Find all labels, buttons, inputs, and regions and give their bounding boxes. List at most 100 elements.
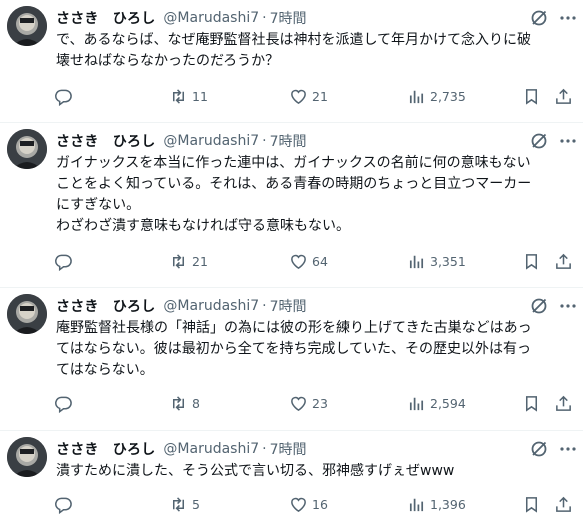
like-count: 16 [312,496,328,512]
like-button[interactable]: 23 [289,394,328,413]
bookmark-icon [525,496,538,513]
retweet-button[interactable]: 21 [169,252,208,271]
share-icon [556,253,571,269]
grok-mute-icon[interactable] [529,296,549,316]
avatar[interactable] [7,6,47,46]
views-button[interactable]: 3,351 [407,252,466,271]
like-button[interactable]: 21 [289,87,328,106]
views-chart-icon [409,397,424,410]
tweet-text-line: わざわざ潰す意味もなければ守る意味もない。 [56,218,350,234]
tweet-header: ささき ひろし @Marudashi7 · 7時間 [56,130,543,152]
tweet-text: 潰すために潰した、そう公式で言い切る、邪神感すげぇぜwww [56,461,571,482]
view-count: 2,735 [430,88,466,104]
tweet-text: 庵野監督社長様の「神話」の為には彼の形を練り上げてきた古巣などはあっ てはならな… [56,318,571,381]
tweet[interactable]: ささき ひろし @Marudashi7 · 7時間 ガイナックスを本当に作った連… [0,123,583,288]
retweet-icon [172,88,185,104]
display-name[interactable]: ささき ひろし [56,8,155,28]
share-button[interactable] [554,252,573,271]
reply-icon [55,396,72,413]
user-handle[interactable]: @Marudashi7 [163,298,259,314]
retweet-count: 8 [192,395,200,411]
timestamp[interactable]: 7時間 [270,8,307,28]
avatar[interactable] [7,129,47,169]
views-button[interactable]: 1,396 [407,495,466,514]
tweet-header: ささき ひろし @Marudashi7 · 7時間 [56,295,543,317]
grok-mute-icon[interactable] [529,131,549,151]
tweet-actions: 11 21 2,735 [52,85,575,107]
retweet-icon [172,253,185,269]
like-button[interactable]: 16 [289,495,328,514]
display-name[interactable]: ささき ひろし [56,439,155,459]
tweet-text-line: てはならない。 [56,362,154,378]
retweet-count: 5 [192,496,200,512]
tweet[interactable]: ささき ひろし @Marudashi7 · 7時間 潰すために潰した、そう公式で… [0,431,583,525]
tweet-actions: 8 23 2,594 [52,392,575,414]
bookmark-icon [525,88,538,105]
retweet-icon [172,496,185,512]
timestamp[interactable]: 7時間 [270,439,307,459]
separator-dot: · [262,10,267,26]
view-count: 3,351 [430,253,466,269]
tweet[interactable]: ささき ひろし @Marudashi7 · 7時間 庵野監督社長様の「神話」の為… [0,288,583,431]
like-button[interactable]: 64 [289,252,328,271]
reply-button[interactable] [54,252,77,271]
user-handle[interactable]: @Marudashi7 [163,441,259,457]
tweet-actions: 5 16 1,396 [52,493,575,515]
views-button[interactable]: 2,735 [407,87,466,106]
tweet-header: ささき ひろし @Marudashi7 · 7時間 [56,7,543,29]
reply-button[interactable] [54,87,77,106]
bookmark-button[interactable] [522,87,541,106]
avatar[interactable] [7,294,47,334]
timestamp[interactable]: 7時間 [270,296,307,316]
more-icon[interactable] [557,131,579,151]
heart-icon [291,89,306,104]
tweet-text-line: で、あるならば、なぜ庵野監督社長は神村を派遣して年月かけて念入りに破 [56,32,532,48]
more-icon[interactable] [557,8,579,28]
tweet-text-line: ガイナックスを本当に作った連中は、ガイナックスの名前に何の意味もない [56,155,531,171]
bookmark-button[interactable] [522,252,541,271]
grok-mute-icon[interactable] [529,8,549,28]
more-icon[interactable] [557,439,579,459]
grok-mute-icon[interactable] [529,439,549,459]
like-count: 21 [312,88,328,104]
reply-button[interactable] [54,495,77,514]
tweet-text: ガイナックスを本当に作った連中は、ガイナックスの名前に何の意味もない ことをよく… [56,153,571,237]
views-chart-icon [409,90,424,103]
views-button[interactable]: 2,594 [407,394,466,413]
tweet[interactable]: ささき ひろし @Marudashi7 · 7時間 で、あるならば、なぜ庵野監督… [0,0,583,123]
display-name[interactable]: ささき ひろし [56,296,155,316]
tweet-text: で、あるならば、なぜ庵野監督社長は神村を派遣して年月かけて念入りに破 壊せねばな… [56,30,571,72]
reply-button[interactable] [54,394,77,413]
like-count: 64 [312,253,328,269]
heart-icon [291,497,306,512]
tweet-text-line: にすぎない。 [56,197,141,213]
tweet-text-line: てはならない。彼は最初から全てを持ち完成していた、その歴史以外は有っ [56,341,532,357]
retweet-button[interactable]: 8 [169,394,200,413]
retweet-button[interactable]: 11 [169,87,208,106]
tweet-text-line: ことをよく知っている。それは、ある青春の時期のちょっと目立つマーカー [56,176,532,192]
reply-icon [55,89,72,106]
retweet-button[interactable]: 5 [169,495,200,514]
view-count: 1,396 [430,496,466,512]
display-name[interactable]: ささき ひろし [56,131,155,151]
share-button[interactable] [554,87,573,106]
views-chart-icon [409,498,424,511]
reply-icon [55,497,72,514]
retweet-icon [172,395,185,411]
share-icon [556,395,571,411]
tweet-actions: 21 64 3,351 [52,250,575,272]
user-handle[interactable]: @Marudashi7 [163,10,259,26]
avatar[interactable] [7,437,47,477]
reply-icon [55,254,72,271]
like-count: 23 [312,395,328,411]
bookmark-button[interactable] [522,394,541,413]
tweet-header: ささき ひろし @Marudashi7 · 7時間 [56,438,543,460]
timestamp[interactable]: 7時間 [270,131,307,151]
share-button[interactable] [554,495,573,514]
bookmark-button[interactable] [522,495,541,514]
user-handle[interactable]: @Marudashi7 [163,133,259,149]
separator-dot: · [262,133,267,149]
share-button[interactable] [554,394,573,413]
tweet-text-line: 庵野監督社長様の「神話」の為には彼の形を練り上げてきた古巣などはあっ [56,320,532,336]
more-icon[interactable] [557,296,579,316]
